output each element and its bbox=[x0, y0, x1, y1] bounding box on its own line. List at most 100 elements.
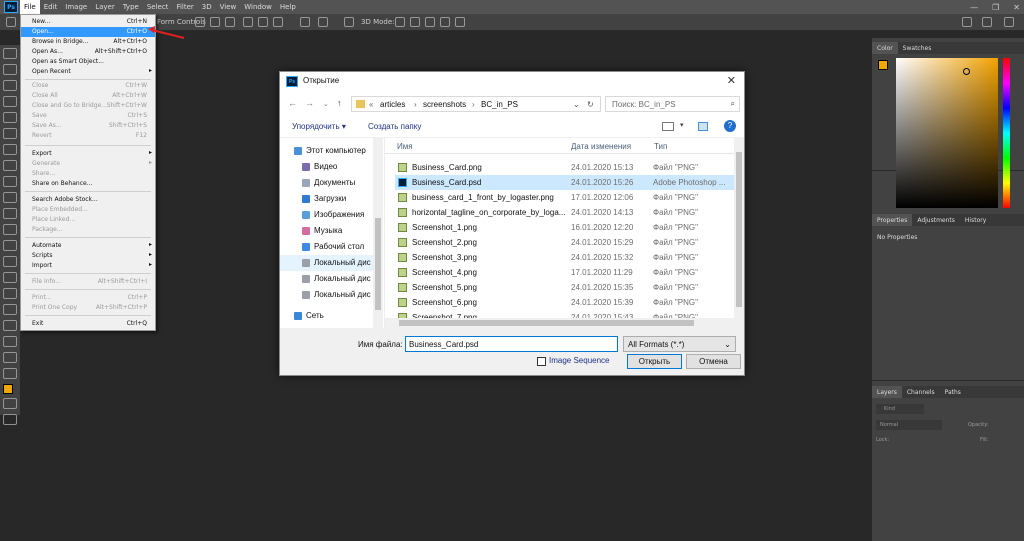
file-menu-item[interactable]: New... Ctrl+N bbox=[21, 17, 155, 27]
menu-image[interactable]: Image bbox=[61, 0, 91, 14]
menu-view[interactable]: View bbox=[216, 0, 241, 14]
view-mode-icon[interactable] bbox=[662, 122, 674, 131]
quick-mask-icon[interactable] bbox=[3, 398, 17, 409]
nav-item[interactable]: Локальный дис bbox=[280, 287, 380, 303]
tab-properties[interactable]: Properties bbox=[872, 214, 913, 226]
quick-select-icon[interactable] bbox=[3, 96, 17, 107]
nav-item[interactable]: Видео bbox=[280, 159, 380, 175]
file-menu-item[interactable]: Exit Ctrl+Q bbox=[21, 319, 155, 329]
blend-mode-select[interactable]: Normal bbox=[876, 420, 942, 430]
file-menu-item[interactable]: Search Adobe Stock... bbox=[21, 195, 155, 205]
healing-brush-icon[interactable] bbox=[3, 160, 17, 171]
open-button[interactable]: Открыть bbox=[627, 354, 682, 369]
file-row[interactable]: Screenshot_6.png 24.01.2020 15:39 Файл "PN… bbox=[395, 295, 737, 310]
nav-item[interactable]: Загрузки bbox=[280, 191, 380, 207]
scroll-thumb[interactable] bbox=[399, 320, 694, 326]
3d-scale-icon[interactable] bbox=[455, 17, 465, 27]
menu-file[interactable]: File bbox=[20, 0, 40, 14]
file-row[interactable]: Screenshot_3.png 24.01.2020 15:32 Файл "PN… bbox=[395, 250, 737, 265]
tab-swatches[interactable]: Swatches bbox=[898, 42, 937, 54]
organize-button[interactable]: Упорядочить ▾ bbox=[292, 122, 346, 131]
share-icon[interactable] bbox=[1004, 17, 1014, 27]
column-type[interactable]: Тип bbox=[654, 142, 667, 151]
file-menu-item[interactable]: Export ▸ bbox=[21, 149, 155, 159]
zoom-icon[interactable] bbox=[3, 368, 17, 379]
distribute-vertical-icon[interactable] bbox=[318, 17, 328, 27]
align-middle-icon[interactable] bbox=[258, 17, 268, 27]
file-menu-item[interactable]: Open... Ctrl+O bbox=[21, 27, 155, 37]
column-name[interactable]: Имя bbox=[397, 142, 413, 151]
screen-mode-icon[interactable] bbox=[3, 414, 17, 425]
menu-select[interactable]: Select bbox=[143, 0, 173, 14]
nav-item[interactable]: Этот компьютер bbox=[280, 143, 380, 159]
menu-layer[interactable]: Layer bbox=[91, 0, 119, 14]
file-menu-item[interactable]: Browse in Bridge... Alt+Ctrl+O bbox=[21, 37, 155, 47]
menu-window[interactable]: Window bbox=[240, 0, 276, 14]
menu-edit[interactable]: Edit bbox=[40, 0, 62, 14]
back-arrow-icon[interactable]: ← bbox=[288, 98, 297, 108]
tab-adjustments[interactable]: Adjustments bbox=[912, 214, 960, 226]
hue-slider[interactable] bbox=[1003, 58, 1010, 208]
align-left-icon[interactable] bbox=[195, 17, 205, 27]
nav-scrollbar[interactable] bbox=[373, 138, 383, 328]
file-row[interactable]: Business_Card.psd 24.01.2020 15:26 Adobe P… bbox=[395, 175, 737, 190]
preview-pane-icon[interactable] bbox=[698, 122, 708, 131]
file-menu-item[interactable]: Share on Behance... bbox=[21, 179, 155, 189]
eraser-icon[interactable] bbox=[3, 224, 17, 235]
tab-history[interactable]: History bbox=[960, 214, 991, 226]
help-icon[interactable]: ? bbox=[724, 120, 736, 132]
minimize-icon[interactable]: — bbox=[970, 3, 978, 12]
new-folder-button[interactable]: Создать папку bbox=[368, 122, 421, 131]
nav-item[interactable]: Изображения bbox=[280, 207, 380, 223]
breadcrumb-screenshots[interactable]: screenshots bbox=[423, 100, 466, 109]
distribute-horizontal-icon[interactable] bbox=[344, 17, 354, 27]
3d-pan-icon[interactable] bbox=[425, 17, 435, 27]
file-menu-item[interactable]: Scripts ▸ bbox=[21, 251, 155, 261]
foreground-swatch[interactable] bbox=[878, 60, 888, 70]
nav-item[interactable]: Локальный дис bbox=[280, 271, 380, 287]
eyedropper-icon[interactable] bbox=[3, 144, 17, 155]
clone-stamp-icon[interactable] bbox=[3, 192, 17, 203]
pen-icon[interactable] bbox=[3, 288, 17, 299]
horizontal-scrollbar[interactable] bbox=[385, 318, 734, 328]
file-row[interactable]: business_card_1_front_by_logaster.png 17.… bbox=[395, 190, 737, 205]
brush-icon[interactable] bbox=[3, 176, 17, 187]
color-picker-field[interactable] bbox=[896, 58, 998, 208]
menu-help[interactable]: Help bbox=[276, 0, 300, 14]
move-icon[interactable] bbox=[3, 48, 17, 59]
workspace-icon[interactable] bbox=[982, 17, 992, 27]
align-bottom-icon[interactable] bbox=[273, 17, 283, 27]
up-arrow-icon[interactable]: ↑ bbox=[337, 98, 342, 108]
file-row[interactable]: Screenshot_1.png 16.01.2020 12:20 Файл "PN… bbox=[395, 220, 737, 235]
search-input[interactable]: Поиск: BC_in_PS ⌕ bbox=[605, 96, 740, 112]
column-date[interactable]: Дата изменения bbox=[571, 142, 631, 151]
file-menu-item[interactable]: Open as Smart Object... bbox=[21, 57, 155, 67]
marquee-icon[interactable] bbox=[3, 64, 17, 75]
frame-icon[interactable] bbox=[3, 128, 17, 139]
nav-item[interactable]: Музыка bbox=[280, 223, 380, 239]
nav-item[interactable]: Сеть bbox=[280, 308, 380, 324]
nav-item[interactable]: Документы bbox=[280, 175, 380, 191]
distribute-icon[interactable] bbox=[300, 17, 310, 27]
file-list-scrollbar[interactable] bbox=[734, 138, 744, 328]
file-menu-item[interactable]: Automate ▸ bbox=[21, 241, 155, 251]
file-menu-item[interactable]: Open Recent ▸ bbox=[21, 67, 155, 77]
search-icon[interactable] bbox=[962, 17, 972, 27]
align-top-icon[interactable] bbox=[243, 17, 253, 27]
menu-type[interactable]: Type bbox=[119, 0, 143, 14]
hand-icon[interactable] bbox=[3, 352, 17, 363]
format-select[interactable]: All Formats (*.*) ⌄ bbox=[623, 336, 736, 352]
view-dropdown-icon[interactable]: ▾ bbox=[680, 121, 684, 129]
nav-scroll-thumb[interactable] bbox=[375, 218, 381, 310]
shape-icon[interactable] bbox=[3, 336, 17, 347]
align-right-icon[interactable] bbox=[225, 17, 235, 27]
file-row[interactable]: Business_Card.png 24.01.2020 15:13 Файл "P… bbox=[395, 160, 737, 175]
chevron-down-icon[interactable]: ⌄ bbox=[323, 100, 329, 108]
align-center-icon[interactable] bbox=[210, 17, 220, 27]
blur-icon[interactable] bbox=[3, 256, 17, 267]
close-icon[interactable]: ✕ bbox=[1013, 3, 1020, 12]
filename-input[interactable]: Business_Card.psd bbox=[405, 336, 618, 352]
checkbox-box[interactable] bbox=[537, 357, 546, 366]
tab-color[interactable]: Color bbox=[872, 42, 898, 54]
3d-rotate-icon[interactable] bbox=[395, 17, 405, 27]
